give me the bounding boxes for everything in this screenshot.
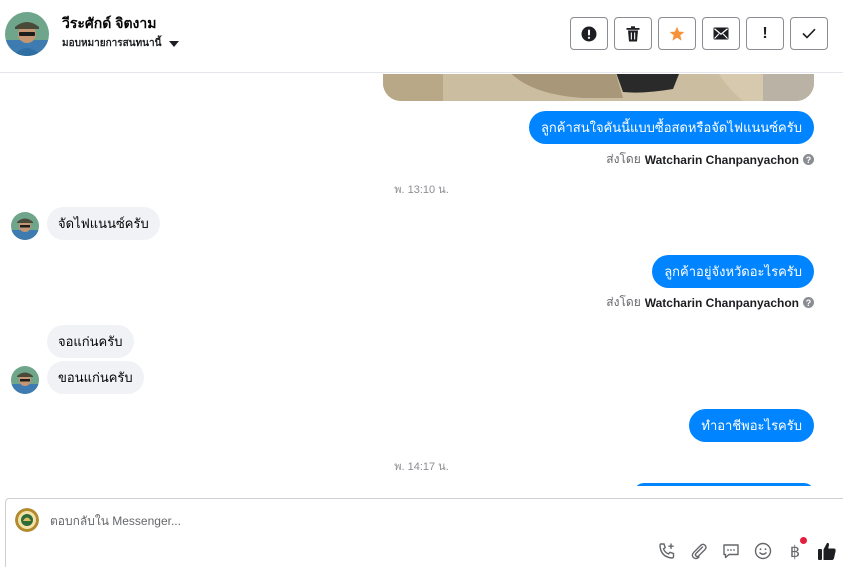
image-attachment[interactable] xyxy=(383,74,814,101)
trash-icon xyxy=(626,25,640,41)
follow-up-button[interactable]: ! xyxy=(746,17,784,50)
star-button[interactable] xyxy=(658,17,696,50)
mark-done-button[interactable] xyxy=(790,17,828,50)
attach-button[interactable] xyxy=(689,541,709,561)
sent-by-label: ส่งโดย Watcharin Chanpanyachon ? xyxy=(606,293,814,312)
assign-label: มอบหมายการสนทนานี้ xyxy=(62,38,162,49)
assign-conversation-dropdown[interactable]: มอบหมายการสนทนานี้ xyxy=(62,36,180,51)
timestamp: พ. 13:10 น. xyxy=(394,184,449,196)
contact-avatar-small[interactable] xyxy=(11,212,39,240)
help-icon[interactable]: ? xyxy=(803,154,814,165)
delete-button[interactable] xyxy=(614,17,652,50)
outgoing-message-partial[interactable] xyxy=(634,483,814,486)
contact-avatar[interactable] xyxy=(5,12,49,56)
payment-button[interactable]: ฿ xyxy=(785,537,807,561)
envelope-icon xyxy=(713,27,729,40)
smiley-icon xyxy=(754,542,772,560)
reply-composer: ฿ xyxy=(5,498,843,567)
sent-by-name[interactable]: Watcharin Chanpanyachon xyxy=(645,296,799,310)
saved-replies-button[interactable] xyxy=(721,541,741,561)
phone-add-icon xyxy=(659,543,675,559)
sent-by-prefix: ส่งโดย xyxy=(606,295,641,309)
incoming-message[interactable]: จอแก่นครับ xyxy=(47,325,134,358)
conversation-header: วีระศักด์ จิตงาม มอบหมายการสนทนานี้ ! xyxy=(0,0,843,73)
header-actions: ! xyxy=(570,17,828,50)
paperclip-icon xyxy=(691,543,707,560)
exclamation-icon: ! xyxy=(762,24,768,42)
page-avatar xyxy=(15,508,39,532)
sent-by-prefix: ส่งโดย xyxy=(606,152,641,166)
sent-by-label: ส่งโดย Watcharin Chanpanyachon ? xyxy=(606,150,814,169)
reply-input[interactable] xyxy=(50,512,630,530)
message-thread[interactable]: ลูกค้าสนใจคันนี้แบบซื้อสดหรือจัดไฟแนนซ์ค… xyxy=(0,74,843,486)
conversation-panel: วีระศักด์ จิตงาม มอบหมายการสนทนานี้ ! ลู… xyxy=(0,0,843,567)
incoming-message[interactable]: จัดไฟแนนซ์ครับ xyxy=(47,207,160,240)
composer-toolbar: ฿ xyxy=(657,537,837,561)
outgoing-message[interactable]: ลูกค้าอยู่จังหวัดอะไรครับ xyxy=(652,255,814,288)
chat-bubble-icon xyxy=(723,544,739,559)
timestamp: พ. 14:17 น. xyxy=(394,461,449,473)
outgoing-message[interactable]: ทำอาชีพอะไรครับ xyxy=(689,409,814,442)
help-icon[interactable]: ? xyxy=(803,297,814,308)
thumbs-up-icon xyxy=(818,542,836,560)
notification-dot xyxy=(800,537,807,544)
outgoing-message[interactable]: ลูกค้าสนใจคันนี้แบบซื้อสดหรือจัดไฟแนนซ์ค… xyxy=(528,111,814,144)
emoji-button[interactable] xyxy=(753,541,773,561)
contact-name[interactable]: วีระศักด์ จิตงาม xyxy=(62,13,156,35)
mark-spam-button[interactable] xyxy=(570,17,608,50)
star-icon xyxy=(669,26,685,41)
sent-by-name[interactable]: Watcharin Chanpanyachon xyxy=(645,153,799,167)
phone-add-button[interactable] xyxy=(657,541,677,561)
like-button[interactable] xyxy=(817,541,837,561)
incoming-message[interactable]: ขอนแก่นครับ xyxy=(47,361,144,394)
mark-unread-button[interactable] xyxy=(702,17,740,50)
contact-avatar-small[interactable] xyxy=(11,366,39,394)
alert-circle-icon xyxy=(581,26,597,41)
caret-down-icon xyxy=(169,40,180,47)
baht-icon: ฿ xyxy=(789,541,801,561)
check-icon xyxy=(802,28,816,39)
